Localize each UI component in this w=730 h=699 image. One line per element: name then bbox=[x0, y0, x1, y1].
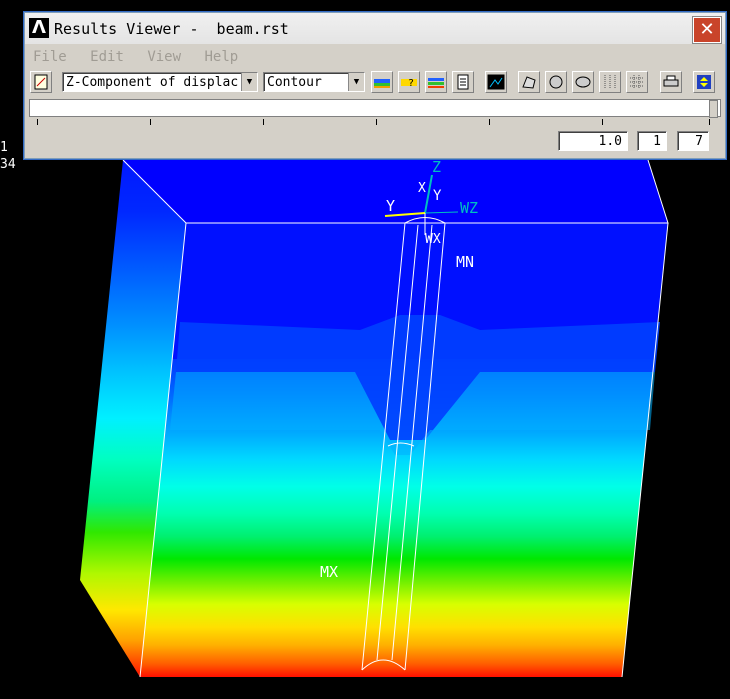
printer-icon bbox=[663, 75, 679, 87]
toolbar: Z-Component of displac ▼ Contour ▼ ? bbox=[27, 71, 723, 95]
slider-ticks bbox=[33, 119, 713, 127]
choose-result-button[interactable] bbox=[30, 71, 52, 93]
result-item-value: Z-Component of displac bbox=[66, 75, 239, 90]
plot-style-value: Contour bbox=[267, 75, 322, 90]
grid-icon bbox=[604, 75, 616, 89]
axis-label-x: X bbox=[418, 181, 426, 196]
elements-button[interactable] bbox=[545, 71, 567, 93]
step-slider[interactable] bbox=[29, 99, 721, 118]
print-button[interactable] bbox=[660, 71, 682, 93]
step-field[interactable]: 1 bbox=[637, 131, 667, 151]
list-icon bbox=[457, 74, 469, 90]
workplane-label-wz: WZ bbox=[460, 199, 478, 217]
graphics-button[interactable] bbox=[485, 71, 507, 93]
fit-view-button[interactable] bbox=[693, 71, 715, 93]
side-label-1: 1 bbox=[0, 140, 8, 155]
step-count-field[interactable]: 7 bbox=[677, 131, 709, 151]
app-logo-icon: Λ bbox=[29, 18, 49, 38]
menu-file[interactable]: File bbox=[33, 49, 67, 65]
min-label: MN bbox=[456, 253, 474, 271]
mesh-icon bbox=[549, 75, 563, 89]
contour-icon bbox=[374, 79, 390, 88]
window-title: Results Viewer - beam.rst bbox=[54, 20, 289, 38]
query-results-button[interactable]: ? bbox=[398, 71, 420, 93]
side-label-2: 34 bbox=[0, 157, 16, 172]
slider-thumb[interactable] bbox=[709, 100, 718, 118]
nodes-button[interactable] bbox=[518, 71, 540, 93]
contour-plot-button[interactable] bbox=[371, 71, 393, 93]
result-item-select[interactable]: Z-Component of displac ▼ bbox=[62, 72, 258, 92]
animate-button[interactable] bbox=[425, 71, 447, 93]
animate-icon bbox=[428, 78, 444, 88]
menu-help[interactable]: Help bbox=[204, 49, 238, 65]
surface-button[interactable] bbox=[572, 71, 594, 93]
plot-style-select[interactable]: Contour ▼ bbox=[263, 72, 365, 92]
title-bar[interactable]: Λ Results Viewer - beam.rst ✕ bbox=[25, 13, 725, 44]
shape-icon bbox=[522, 76, 536, 89]
grid-button[interactable] bbox=[599, 71, 621, 93]
scale-field[interactable]: 1.0 bbox=[558, 131, 628, 151]
image-icon bbox=[487, 74, 505, 90]
chevron-down-icon[interactable]: ▼ bbox=[241, 73, 257, 91]
menu-view[interactable]: View bbox=[147, 49, 181, 65]
list-results-button[interactable] bbox=[452, 71, 474, 93]
table-icon bbox=[630, 75, 644, 89]
menu-bar: File Edit View Help bbox=[27, 49, 247, 69]
results-viewer-window: Λ Results Viewer - beam.rst ✕ File Edit … bbox=[24, 12, 726, 159]
chevron-down-icon[interactable]: ▼ bbox=[348, 73, 364, 91]
axis-label-y: Y bbox=[433, 188, 442, 204]
workplane-label-wx: WX bbox=[425, 232, 441, 247]
menu-edit[interactable]: Edit bbox=[90, 49, 124, 65]
close-button[interactable]: ✕ bbox=[693, 17, 721, 43]
svg-text:?: ? bbox=[408, 78, 414, 89]
table-button[interactable] bbox=[626, 71, 648, 93]
fit-icon bbox=[697, 75, 711, 89]
model-top-face bbox=[123, 160, 668, 223]
axis-label-y-left: Y bbox=[386, 197, 395, 215]
max-label: MX bbox=[320, 563, 338, 581]
graph-icon bbox=[34, 74, 48, 90]
axis-label-z: Z bbox=[432, 158, 441, 176]
surface-icon bbox=[575, 76, 591, 88]
query-icon: ? bbox=[401, 78, 417, 89]
